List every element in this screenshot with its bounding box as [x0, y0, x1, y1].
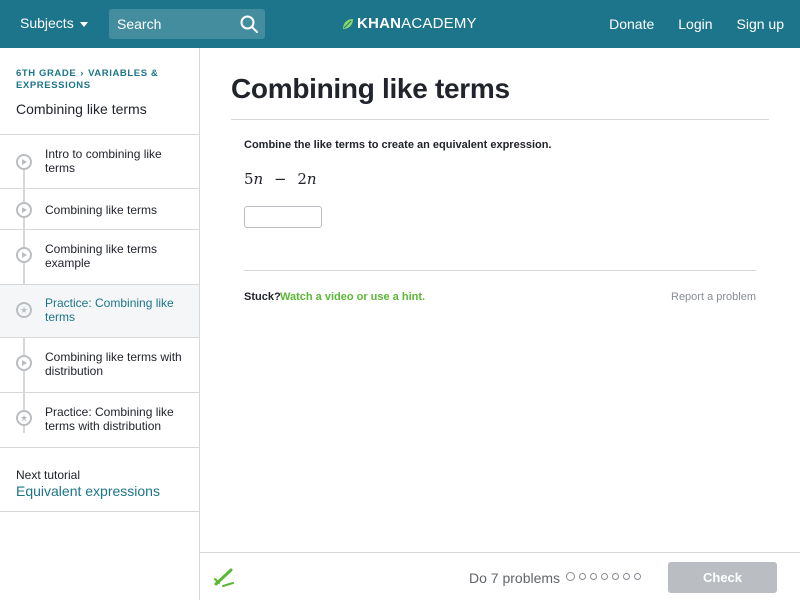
play-icon — [22, 159, 27, 165]
coefficient: 2 — [297, 170, 307, 188]
sidebar-item-practice-active[interactable]: ★ Practice: Combining like terms — [0, 285, 199, 338]
sidebar-item-label: Combining like terms — [45, 203, 158, 217]
sidebar-item-label: Practice: Combining like terms with dist… — [45, 405, 174, 433]
chevron-down-icon — [79, 21, 88, 27]
exercise-area: Combining like terms Combine the like te… — [200, 48, 800, 552]
problem-count-label: Do 7 problems — [469, 570, 561, 586]
sidebar-item-label: Practice: Combining like terms — [45, 296, 174, 324]
report-problem-link[interactable]: Report a problem — [671, 291, 756, 303]
exercise-footer: Do 7 problems Check — [200, 552, 800, 600]
sidebar-item-distribution-practice[interactable]: ★ Practice: Combining like terms with di… — [0, 393, 199, 448]
sidebar-item-distribution-video[interactable]: Combining like terms with distribution — [0, 338, 199, 393]
star-icon: ★ — [19, 413, 29, 423]
donate-link[interactable]: Donate — [609, 16, 654, 32]
coefficient: 5 — [244, 170, 254, 188]
question-prompt: Combine the like terms to create an equi… — [244, 139, 552, 151]
math-expression: 5n − 2n — [244, 170, 317, 188]
hint-link[interactable]: Watch a video or use a hint. — [280, 291, 425, 303]
next-tutorial-label: Next tutorial — [16, 468, 81, 482]
progress-dot — [579, 573, 586, 580]
divider — [231, 119, 769, 120]
progress-dot — [623, 573, 630, 580]
khan-academy-logo[interactable]: KHANACADEMY — [342, 15, 477, 32]
variable: n — [306, 170, 317, 188]
signup-link[interactable]: Sign up — [737, 16, 784, 32]
tutorial-item-list: Intro to combining like terms Combining … — [0, 135, 199, 448]
leaf-icon — [343, 18, 353, 29]
exercise-node: ★ — [16, 410, 32, 426]
search-icon[interactable] — [239, 14, 259, 34]
account-links: Donate Login Sign up — [609, 16, 784, 32]
page-title: Combining like terms — [231, 73, 510, 104]
next-tutorial-link[interactable]: Equivalent expressions — [16, 483, 160, 499]
video-node — [16, 154, 32, 170]
answer-input[interactable] — [244, 206, 322, 228]
subjects-label: Subjects — [20, 15, 74, 31]
progress-dot — [566, 572, 575, 581]
tutorial-sidebar: 6th grade › Variables & expressions Combin… — [0, 48, 200, 600]
progress-dot — [634, 573, 641, 580]
video-node — [16, 247, 32, 263]
sidebar-item-video[interactable]: Combining like terms — [0, 189, 199, 230]
stuck-label: Stuck? — [244, 291, 281, 303]
check-button[interactable]: Check — [668, 562, 777, 593]
play-icon — [22, 252, 27, 258]
divider — [244, 270, 756, 271]
subjects-menu-button[interactable]: Subjects — [20, 15, 88, 31]
breadcrumb: 6th grade › Variables & expressions — [16, 68, 186, 92]
top-nav-bar: Subjects KHANACADEMY Donate Login Sign u… — [0, 0, 800, 48]
divider — [0, 511, 199, 512]
sidebar-item-label: Combining like terms with distribution — [45, 350, 182, 378]
logo-text-thin: ACADEMY — [401, 15, 477, 32]
progress-dot — [601, 573, 608, 580]
sidebar-item-example-video[interactable]: Combining like terms example — [0, 230, 199, 285]
variable: n — [253, 170, 264, 188]
progress-dot — [612, 573, 619, 580]
sidebar-item-label: Intro to combining like terms — [45, 147, 162, 175]
sidebar-item-label: Combining like terms example — [45, 242, 158, 270]
search-input[interactable] — [117, 15, 237, 33]
play-icon — [22, 207, 27, 213]
login-link[interactable]: Login — [678, 16, 712, 32]
search-box[interactable] — [109, 9, 265, 39]
chevron-right-icon: › — [80, 68, 85, 79]
operator: − — [274, 170, 287, 188]
logo-text-bold: KHAN — [357, 15, 402, 32]
progress-dot — [590, 573, 597, 580]
progress-dots — [566, 572, 641, 581]
video-node — [16, 355, 32, 371]
play-icon — [22, 360, 27, 366]
star-icon: ★ — [19, 305, 29, 315]
breadcrumb-grade[interactable]: 6th grade — [16, 68, 76, 79]
video-node — [16, 202, 32, 218]
sidebar-item-intro-video[interactable]: Intro to combining like terms — [0, 135, 199, 189]
exercise-node: ★ — [16, 302, 32, 318]
scratchpad-icon[interactable] — [213, 567, 235, 587]
tutorial-title: Combining like terms — [16, 101, 147, 117]
